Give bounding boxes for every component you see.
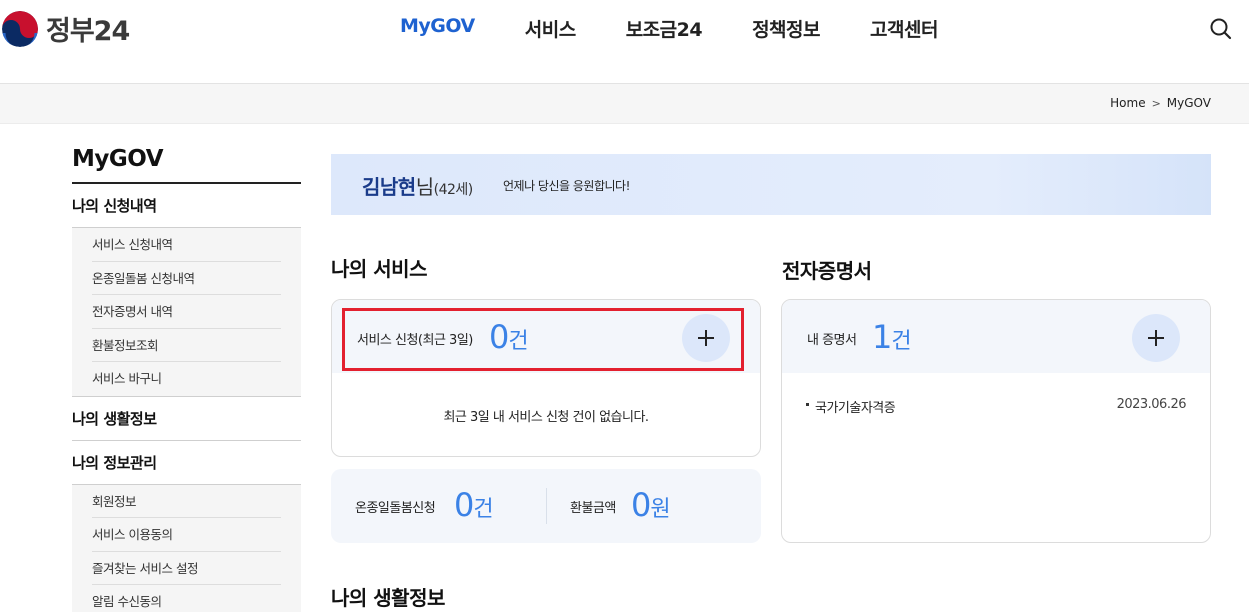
certificates-count-value: 1	[872, 318, 892, 356]
nav-customer-center[interactable]: 고객센터	[870, 15, 938, 42]
sidebar-sub-applications: 서비스 신청내역 온종일돌봄 신청내역 전자증명서 내역 환불정보조회 서비스 …	[72, 228, 301, 397]
add-certificate-button[interactable]	[1132, 314, 1180, 362]
main-nav: MyGOV 서비스 보조금24 정책정보 고객센터	[400, 15, 988, 42]
sidebar-item-favorite-services[interactable]: 즐겨찾는 서비스 설정	[92, 552, 281, 585]
breadcrumb-current: MyGOV	[1166, 96, 1211, 110]
breadcrumb-bar: Home > MyGOV	[0, 84, 1249, 124]
chevron-right-icon: >	[1151, 96, 1161, 110]
sidebar-item-service-basket[interactable]: 서비스 바구니	[92, 362, 281, 396]
sidebar-sub-info-management: 회원정보 서비스 이용동의 즐겨찾는 서비스 설정 알림 수신동의	[72, 484, 301, 612]
sidebar-item-care-applications[interactable]: 온종일돌봄 신청내역	[92, 262, 281, 295]
refund-count-value: 0	[631, 486, 651, 524]
certificate-row[interactable]: 국가기술자격증 2023.06.26	[806, 397, 1187, 416]
refund-amount-count[interactable]: 0원	[631, 486, 671, 524]
site-logo[interactable]: 정부24	[2, 9, 130, 48]
life-info-title: 나의 생활정보	[331, 586, 445, 610]
nav-mygov[interactable]: MyGOV	[400, 15, 475, 42]
stats-box: 온종일돌봄신청 0건 환불금액 0원	[331, 469, 761, 543]
certificates-card: 내 증명서 1건 국가기술자격증 2023.06.26	[781, 299, 1211, 543]
user-age: (42세)	[433, 182, 474, 198]
care-count-value: 0	[454, 486, 474, 524]
certificate-date: 2023.06.26	[1116, 397, 1187, 412]
sidebar: MyGOV 나의 신청내역 서비스 신청내역 온종일돌봄 신청내역 전자증명서 …	[72, 146, 301, 612]
user-greeting: 김남현님(42세)	[362, 171, 473, 200]
refund-amount-label[interactable]: 환불금액	[570, 497, 616, 516]
bullet-icon	[806, 403, 809, 406]
empty-service-message: 최근 3일 내 서비스 신청 건이 없습니다.	[443, 410, 649, 425]
my-certificates-count: 1건	[872, 318, 912, 356]
nav-services[interactable]: 서비스	[525, 15, 576, 42]
sidebar-title: MyGOV	[72, 146, 301, 184]
certificate-name: 국가기술자격증	[815, 401, 896, 416]
sidebar-item-e-certificates[interactable]: 전자증명서 내역	[92, 295, 281, 329]
nav-subsidy[interactable]: 보조금24	[626, 15, 703, 42]
certificates-count-unit: 건	[891, 329, 911, 354]
user-suffix: 님	[415, 175, 434, 199]
nav-policy[interactable]: 정책정보	[752, 15, 820, 42]
my-certificates-label: 내 증명서	[807, 333, 857, 348]
breadcrumb-home[interactable]: Home	[1110, 96, 1145, 110]
sidebar-item-notification-consent[interactable]: 알림 수신동의	[92, 585, 281, 612]
global-header: 정부24 MyGOV 서비스 보조금24 정책정보 고객센터	[0, 0, 1249, 84]
care-application-label[interactable]: 온종일돌봄신청	[355, 497, 436, 516]
care-count-unit: 건	[473, 497, 493, 522]
my-services-title: 나의 서비스	[331, 257, 427, 281]
breadcrumb: Home > MyGOV	[1110, 96, 1211, 110]
taegeuk-logo-icon	[2, 10, 38, 47]
refund-count-unit: 원	[650, 497, 670, 522]
search-icon[interactable]	[1208, 16, 1234, 42]
certificates-title: 전자증명서	[782, 259, 872, 283]
user-name: 김남현	[362, 175, 416, 199]
logo-text: 정부24	[46, 16, 130, 47]
stats-divider	[546, 488, 547, 524]
highlight-box	[342, 308, 744, 371]
sidebar-item-refund-info[interactable]: 환불정보조회	[92, 329, 281, 362]
sidebar-cat-applications[interactable]: 나의 신청내역	[72, 184, 301, 228]
welcome-banner: 김남현님(42세) 언제나 당신을 응원합니다!	[331, 154, 1211, 215]
certificates-card-head: 내 증명서 1건	[782, 300, 1210, 373]
sidebar-item-service-consent[interactable]: 서비스 이용동의	[92, 518, 281, 552]
sidebar-cat-info-management[interactable]: 나의 정보관리	[72, 441, 301, 485]
welcome-message: 언제나 당신을 응원합니다!	[503, 179, 630, 193]
sidebar-item-member-info[interactable]: 회원정보	[92, 485, 281, 518]
sidebar-item-service-applications[interactable]: 서비스 신청내역	[92, 228, 281, 262]
care-application-count[interactable]: 0건	[454, 486, 494, 524]
sidebar-cat-life-info[interactable]: 나의 생활정보	[72, 397, 301, 441]
